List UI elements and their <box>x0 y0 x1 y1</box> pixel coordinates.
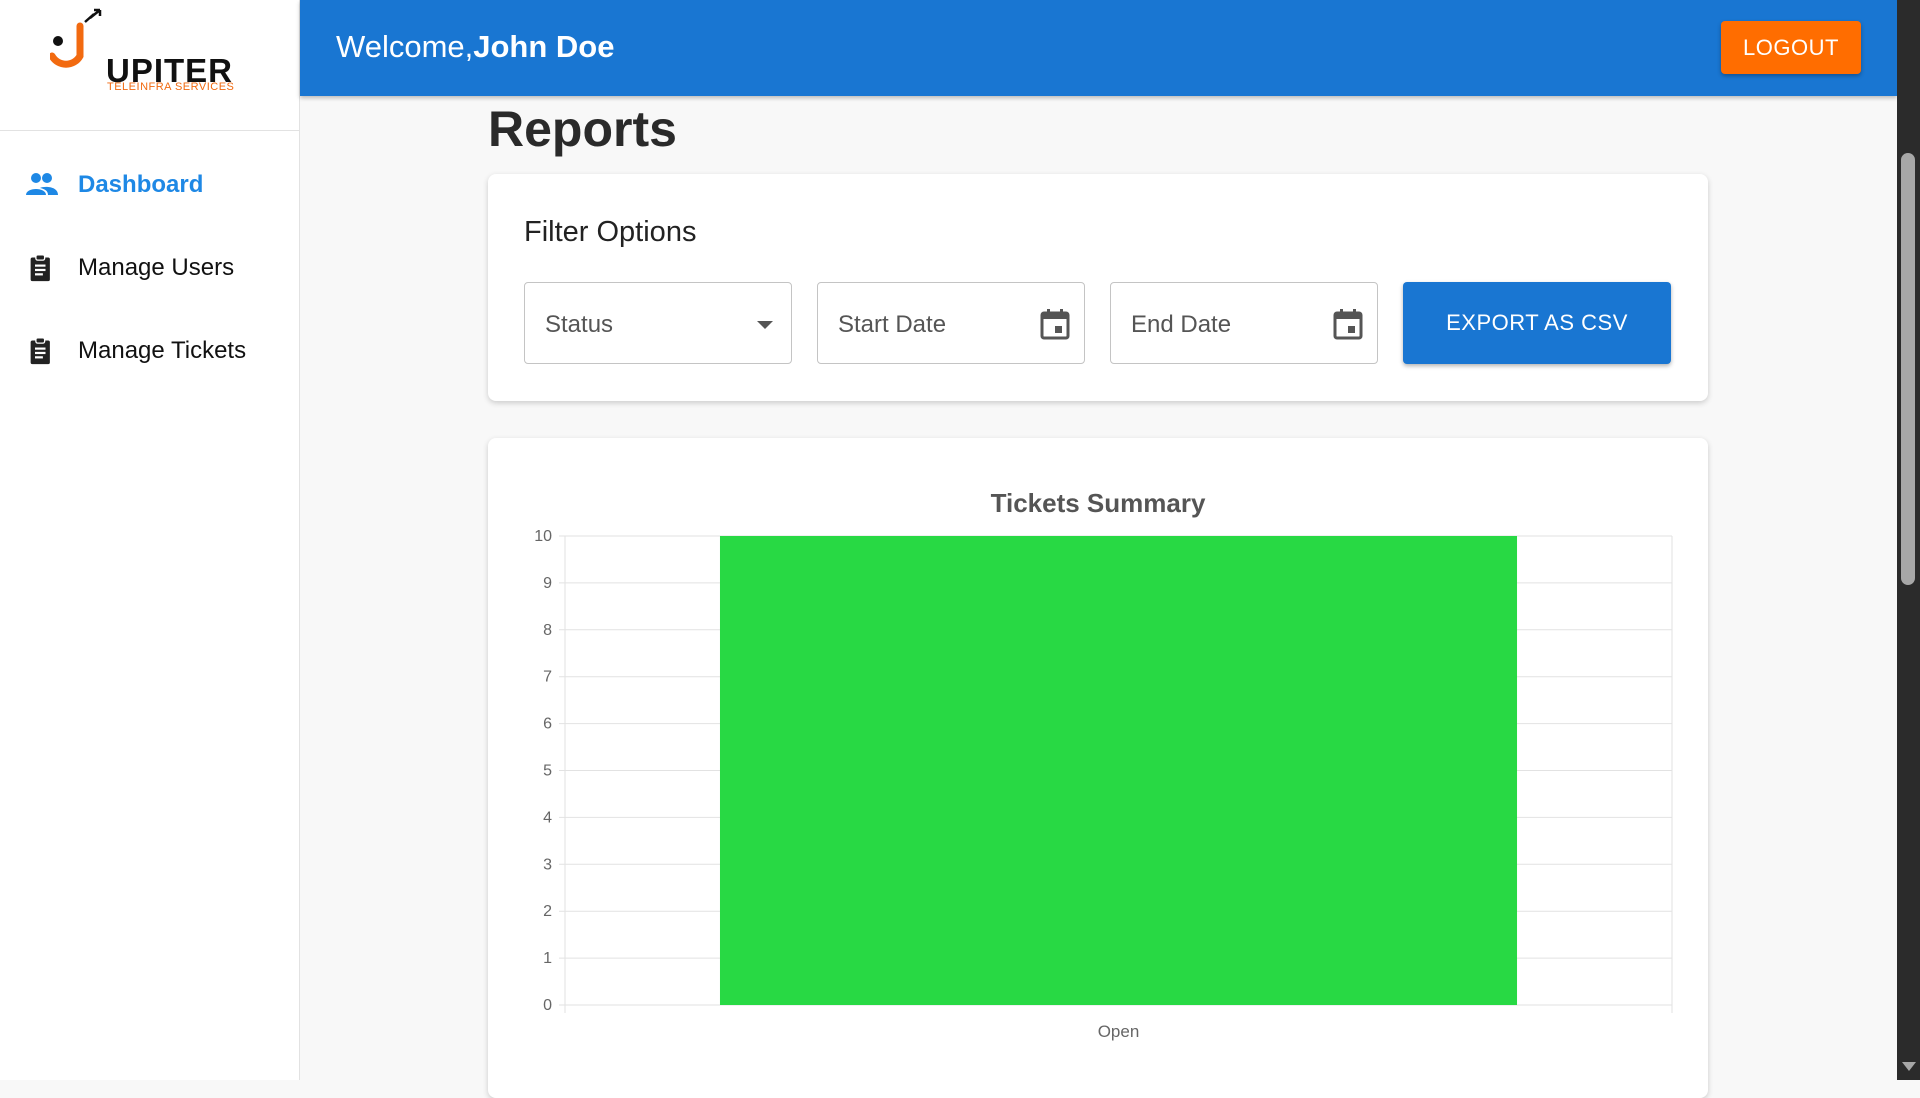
chart-card: Tickets Summary 0 1 2 3 4 5 6 7 8 9 10 Open <box>488 438 1708 1098</box>
calendar-icon[interactable] <box>1333 308 1363 340</box>
y-tick-label: 8 <box>543 622 552 639</box>
scrollbar-thumb[interactable] <box>1901 153 1915 585</box>
y-tick-label: 6 <box>543 716 552 733</box>
y-tick-label: 1 <box>543 950 552 967</box>
x-tick-label: Open <box>1098 1022 1140 1041</box>
sidebar-item-manage-users[interactable]: Manage Users <box>0 238 299 298</box>
start-date-field[interactable]: Start Date <box>817 282 1085 364</box>
export-csv-button[interactable]: EXPORT AS CSV <box>1403 282 1671 364</box>
clipboard-icon <box>30 254 50 282</box>
welcome-message: Welcome,John Doe <box>336 29 614 65</box>
y-tick-label: 10 <box>534 528 552 545</box>
sidebar: UPITER TELEINFRA SERVICES Dashboard Mana… <box>0 0 300 1080</box>
logo-subtitle: TELEINFRA SERVICES <box>107 81 235 93</box>
logo-j-mark <box>50 8 102 68</box>
end-date-field[interactable]: End Date <box>1110 282 1378 364</box>
status-placeholder: Status <box>545 311 614 338</box>
sidebar-divider <box>0 130 299 131</box>
filter-title: Filter Options <box>524 216 697 248</box>
scroll-down-arrow-icon[interactable] <box>1902 1062 1916 1071</box>
y-tick-label: 2 <box>543 903 552 920</box>
sidebar-item-manage-tickets[interactable]: Manage Tickets <box>0 321 299 381</box>
top-app-bar: Welcome,John Doe LOGOUT <box>300 0 1897 96</box>
y-tick-label: 5 <box>543 763 552 780</box>
tickets-summary-chart: Tickets Summary 0 1 2 3 4 5 6 7 8 9 10 Open <box>534 488 1673 1041</box>
start-date-placeholder: Start Date <box>838 311 947 338</box>
calendar-icon[interactable] <box>1040 308 1070 340</box>
bar-open[interactable] <box>719 536 1518 1005</box>
page-title: Reports <box>488 101 677 157</box>
y-tick-label: 4 <box>543 809 552 826</box>
people-icon <box>26 173 58 195</box>
dropdown-arrow-icon <box>757 321 773 329</box>
end-date-placeholder: End Date <box>1131 311 1232 338</box>
y-tick-label: 7 <box>543 669 552 686</box>
welcome-prefix: Welcome, <box>336 29 474 64</box>
clipboard-icon <box>30 337 50 365</box>
filter-card: Filter Options Status Start Date End Dat… <box>488 174 1708 401</box>
sidebar-item-label: Dashboard <box>78 171 204 198</box>
chart-title: Tickets Summary <box>991 488 1206 518</box>
sidebar-item-dashboard[interactable]: Dashboard <box>0 155 299 215</box>
y-tick-label: 9 <box>543 575 552 592</box>
sidebar-item-label: Manage Tickets <box>78 337 247 364</box>
logout-button[interactable]: LOGOUT <box>1721 21 1861 74</box>
sidebar-item-label: Manage Users <box>78 254 235 281</box>
y-tick-label: 3 <box>543 856 552 873</box>
company-logo: UPITER TELEINFRA SERVICES <box>50 8 240 98</box>
user-name: John Doe <box>473 29 615 64</box>
status-select[interactable]: Status <box>524 282 792 364</box>
y-tick-label: 0 <box>543 997 552 1014</box>
